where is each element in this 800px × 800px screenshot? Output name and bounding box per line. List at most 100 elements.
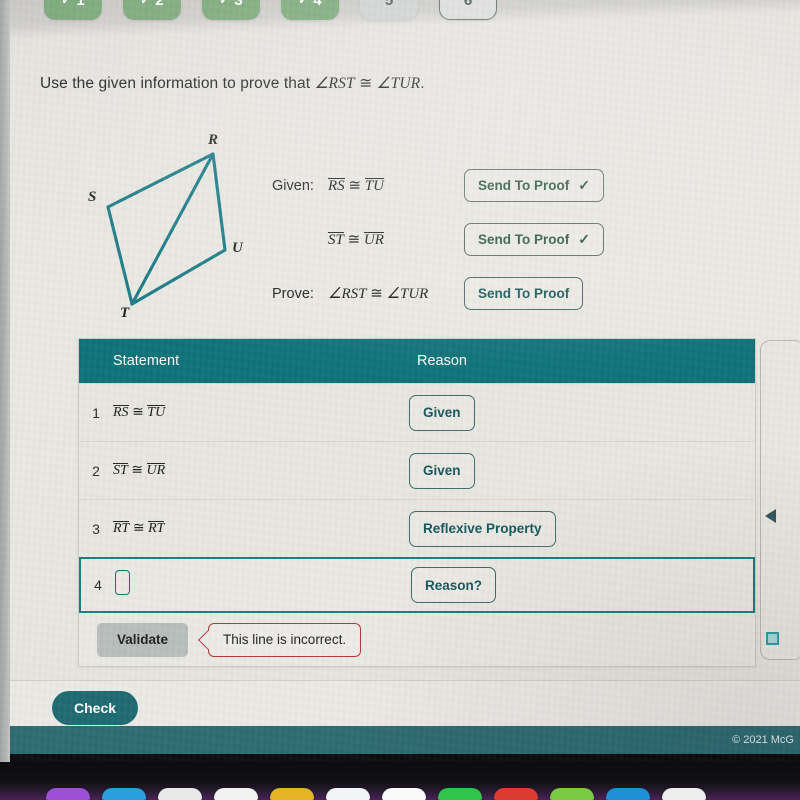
app-dock [0,786,800,800]
row-statement: RT ≅ RT [113,520,409,537]
app-maps-icon[interactable] [326,788,370,800]
reason-chip[interactable]: Reflexive Property [409,510,556,547]
step-button-2[interactable]: ✓ 2 [123,0,181,20]
segment-notation: RS [113,405,129,420]
screenshot-root: ✓ 1 ✓ 2 ✓ 3 ✓ 4 5 6 Use the given inform… [0,0,800,800]
row-number: 2 [92,462,100,479]
row-number: 4 [94,577,102,593]
row-statement: ST ≅ UR [113,462,409,479]
step-button-3[interactable]: ✓ 3 [202,0,260,20]
send-to-proof-button-3[interactable]: Send To Proof [464,277,584,310]
column-header-statement: Statement [113,353,180,369]
segment-st [106,205,134,306]
prompt-angle-2: ∠TUR [376,75,421,92]
row-number: 1 [92,404,100,421]
given-expression-1: RS ≅ TU [328,176,464,195]
check-icon: ✓ [140,0,151,7]
vertex-label-u: U [232,240,243,256]
segment-notation: ST [113,463,128,478]
page-footer: © 2021 McG [10,726,800,754]
play-triangle-icon[interactable] [765,509,776,523]
given-label: Given: [272,177,314,194]
given-row-1: Given: RS ≅ TU Send To Proof ✓ [272,164,604,207]
angle-notation: ∠RST [328,286,367,302]
geometry-figure: R S T U [86,132,276,322]
given-prove-block: Given: RS ≅ TU Send To Proof ✓ ST ≅ UR S… [272,164,604,326]
row-reason: Given [409,394,755,431]
vertex-label-r: R [208,132,219,148]
check-icon: ✓ [298,0,309,7]
app-white-gray-icon[interactable] [158,788,202,800]
step-number: 2 [155,0,164,9]
segment-notation: TU [147,405,166,420]
prompt-period: . [420,75,425,92]
row-statement-empty[interactable] [115,570,411,600]
segment-notation: ST [328,232,344,248]
segment-ur [211,152,227,252]
congruent-symbol: ≅ [348,178,361,194]
reason-chip[interactable]: Given [409,452,475,489]
table-row[interactable]: 3 RT ≅ RT Reflexive Property [79,499,755,557]
checkbox-icon[interactable] [766,632,779,645]
step-button-4[interactable]: ✓ 4 [281,0,339,20]
column-header-reason: Reason [417,353,467,369]
step-button-1[interactable]: ✓ 1 [44,0,102,20]
app-photos-icon[interactable] [382,788,426,800]
segment-notation: RS [328,178,345,194]
reason-prompt-chip[interactable]: Reason? [411,567,497,603]
given-expression-2: ST ≅ UR [328,230,464,249]
app-green2-icon[interactable] [550,788,594,800]
copyright-text: © 2021 McG [732,734,794,746]
table-row[interactable]: 1 RS ≅ TU Given [79,383,755,441]
step-number: 5 [384,0,394,9]
step-button-5[interactable]: 5 [360,0,418,20]
app-white-icon[interactable] [214,788,258,800]
table-row-selected[interactable]: 4 Reason? [79,557,755,613]
given-row-2: ST ≅ UR Send To Proof ✓ [272,218,604,261]
segment-notation: UR [363,232,384,248]
step-button-6[interactable]: 6 [439,0,497,20]
error-callout: This line is incorrect. [208,622,362,657]
proof-table-footer: Validate This line is incorrect. [79,613,755,666]
send-to-proof-label: Send To Proof [478,286,570,301]
question-prompt: Use the given information to prove that … [40,74,425,93]
send-to-proof-button-1[interactable]: Send To Proof ✓ [464,169,604,202]
step-number: 3 [234,0,243,9]
vertex-label-t: T [120,305,130,321]
send-to-proof-button-2[interactable]: Send To Proof ✓ [464,223,604,256]
row-reason: Given [409,452,755,489]
app-red-icon[interactable] [494,788,538,800]
table-row[interactable]: 2 ST ≅ UR Given [79,441,755,499]
reason-chip[interactable]: Given [409,394,475,431]
prove-expression: ∠RST ≅ ∠TUR [328,284,464,303]
statement-placeholder-box[interactable] [115,570,130,595]
row-reason: Reason? [411,567,753,603]
check-icon: ✓ [219,0,230,7]
step-navigation: ✓ 1 ✓ 2 ✓ 3 ✓ 4 5 6 [44,0,497,20]
app-purple-icon[interactable] [46,788,90,800]
check-button[interactable]: Check [52,691,139,725]
check-icon: ✓ [578,177,590,193]
step-number: 1 [76,0,85,9]
step-number: 4 [313,0,322,9]
row-reason: Reflexive Property [409,510,755,547]
vertex-label-s: S [88,189,97,205]
app-blue2-icon[interactable] [606,788,650,800]
app-white2-icon[interactable] [662,788,706,800]
app-yellow-icon[interactable] [270,788,314,800]
side-panel[interactable] [760,340,800,660]
quadrilateral-rstu-svg [106,152,227,306]
validate-button[interactable]: Validate [97,622,189,657]
segment-notation: RT [148,521,165,536]
prompt-angle-1: ∠RST [314,75,355,92]
segment-notation: RT [113,521,130,536]
error-message-text: This line is incorrect. [223,632,347,647]
congruent-symbol: ≅ [132,405,144,420]
device-bezel [0,754,800,800]
app-blue-icon[interactable] [102,788,146,800]
proof-table: Statement Reason 1 RS ≅ TU Given 2 ST ≅ [78,338,756,667]
app-green-icon[interactable] [438,788,482,800]
check-icon: ✓ [61,0,72,7]
step-number: 6 [463,0,473,9]
segment-notation: UR [146,463,166,478]
